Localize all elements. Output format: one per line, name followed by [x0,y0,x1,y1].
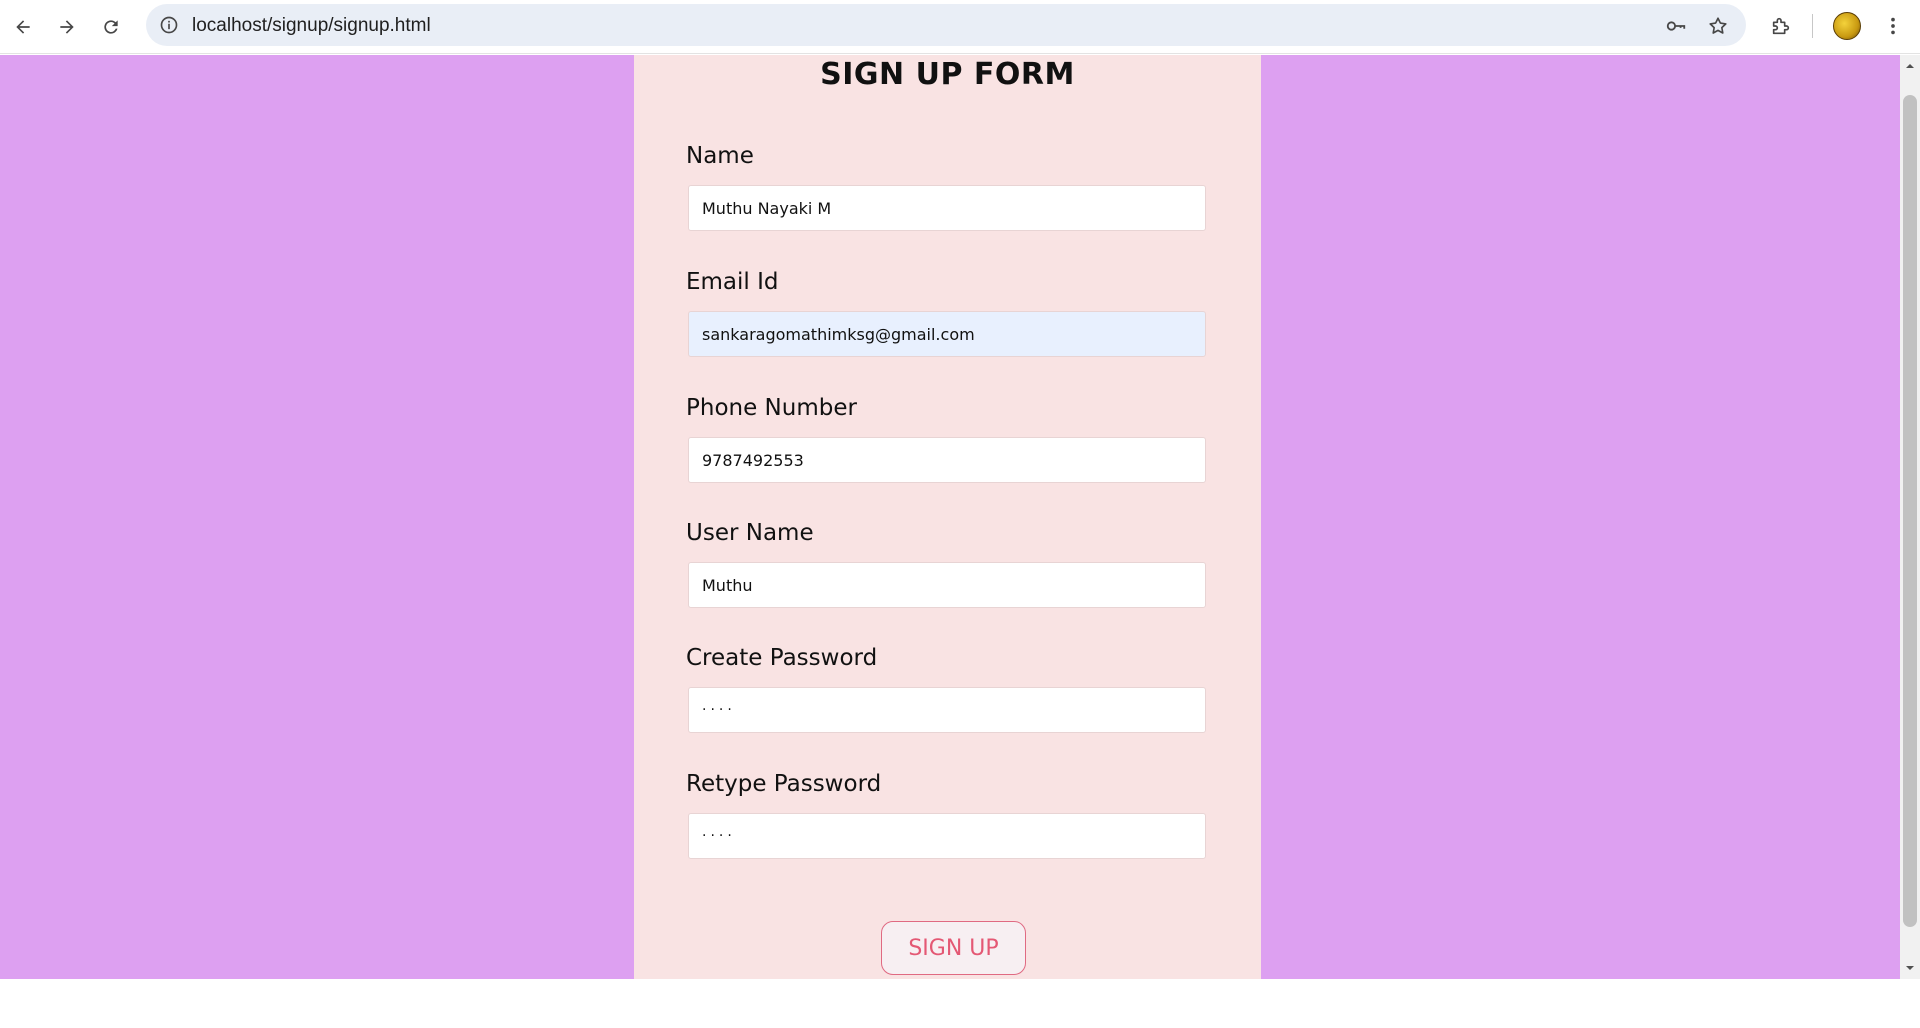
phone-value: 9787492553 [702,450,804,470]
name-label: Name [686,143,754,169]
retype-password-value: ···· [702,828,736,844]
browser-toolbar: localhost/signup/signup.html [0,0,1920,54]
phone-label: Phone Number [686,395,857,421]
page-background: SIGN UP FORM Name Muthu Nayaki M Email I… [0,55,1900,979]
retype-password-label: Retype Password [686,771,882,797]
username-input[interactable]: Muthu [688,562,1206,608]
name-value: Muthu Nayaki M [702,198,832,218]
extensions-icon[interactable] [1766,11,1796,41]
bookmark-star-icon[interactable] [1706,14,1730,38]
forward-arrow-icon[interactable] [52,12,82,42]
toolbar-divider [1812,14,1813,38]
form-title: SIGN UP FORM [820,57,1075,92]
email-input[interactable]: sankaragomathimksg@gmail.com [688,311,1206,357]
phone-input[interactable]: 9787492553 [688,437,1206,483]
retype-password-input[interactable]: ···· [688,813,1206,859]
site-info-icon[interactable] [156,12,182,38]
username-value: Muthu [702,575,753,595]
scrollbar-thumb[interactable] [1903,95,1917,927]
more-menu-icon[interactable] [1878,11,1908,41]
back-arrow-icon[interactable] [8,12,38,42]
username-label: User Name [686,520,814,546]
vertical-scrollbar[interactable] [1900,55,1920,979]
create-password-label: Create Password [686,645,878,671]
address-bar[interactable]: localhost/signup/signup.html [146,4,1746,46]
password-key-icon[interactable] [1664,14,1688,38]
create-password-input[interactable]: ···· [688,687,1206,733]
signup-button[interactable]: SIGN UP [881,921,1026,975]
scroll-down-arrow-icon[interactable] [1900,959,1920,977]
reload-icon[interactable] [96,12,126,42]
signup-form-panel: SIGN UP FORM Name Muthu Nayaki M Email I… [634,55,1261,979]
email-value: sankaragomathimksg@gmail.com [702,324,975,344]
email-label: Email Id [686,269,779,295]
bottom-strip [0,979,1920,1028]
scroll-up-arrow-icon[interactable] [1900,57,1920,75]
url-text: localhost/signup/signup.html [192,15,431,36]
name-input[interactable]: Muthu Nayaki M [688,185,1206,231]
profile-avatar[interactable] [1833,12,1861,40]
create-password-value: ···· [702,702,736,718]
